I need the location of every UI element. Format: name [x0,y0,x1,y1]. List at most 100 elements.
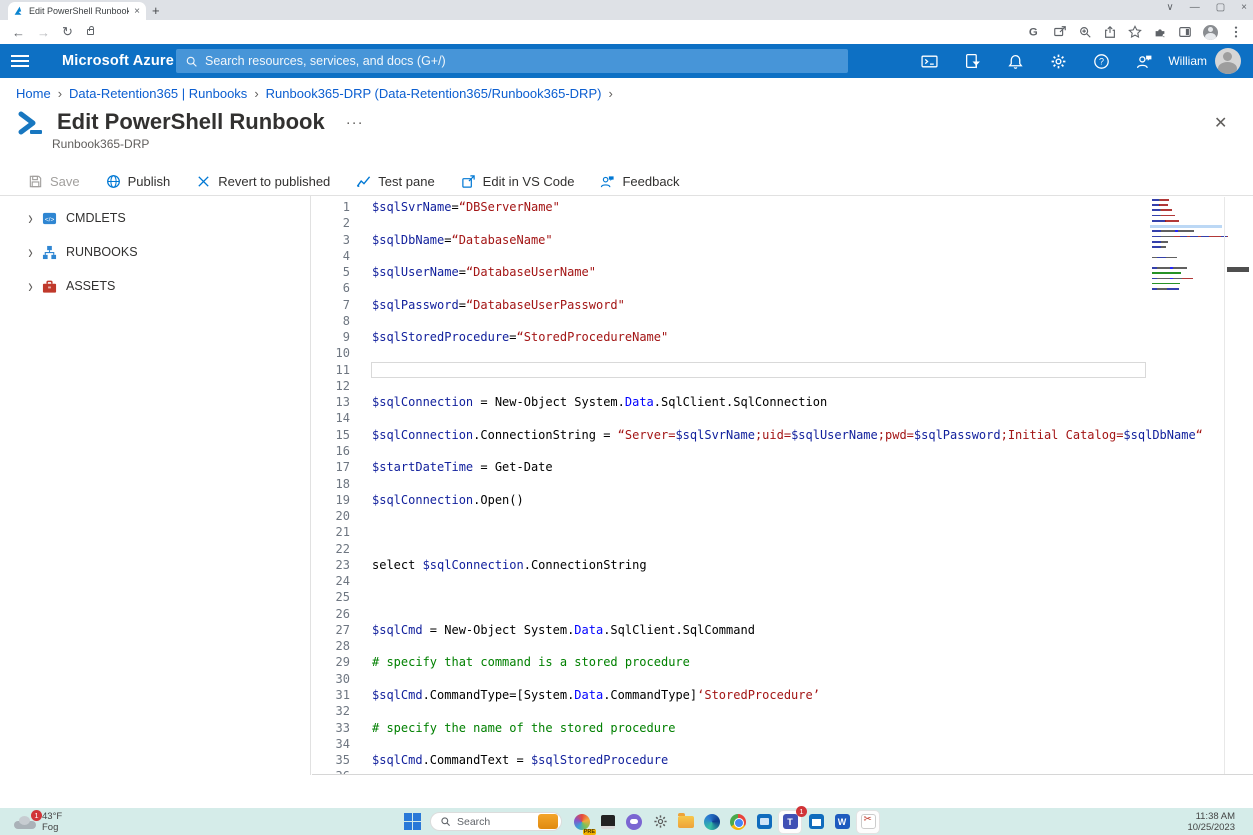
azure-brand[interactable]: Microsoft Azure [62,53,174,69]
taskbar-clock[interactable]: 11:38 AM 10/25/2023 [1187,811,1235,833]
zoom-icon[interactable] [1078,25,1092,39]
google-icon[interactable]: G [1028,25,1042,39]
breadcrumb-runbooks[interactable]: Data-Retention365 | Runbooks [69,86,247,101]
cmdlets-icon[interactable]: </> [42,211,57,226]
taskbar-chat-icon[interactable] [623,811,645,833]
taskbar-settings-gear-icon[interactable] [649,811,671,833]
taskbar-photos-icon[interactable]: PRE [571,811,593,833]
test-pane-button[interactable]: Test pane [356,174,434,189]
taskbar-notepad-icon[interactable] [597,811,619,833]
revert-to-published-button[interactable]: Revert to published [196,174,330,189]
save-button[interactable]: Save [28,174,80,189]
breadcrumb-runbook[interactable]: Runbook365-DRP (Data-Retention365/Runboo… [266,86,602,101]
profile-avatar-icon[interactable] [1203,25,1218,40]
code-line[interactable]: 32 [312,703,1203,719]
new-tab-button[interactable]: + [152,3,160,18]
code-line[interactable]: 9$sqlStoredProcedure=“StoredProcedureNam… [312,329,1203,345]
split-screen-icon[interactable] [1178,25,1192,39]
taskbar-teams-icon[interactable]: T1 [779,811,801,833]
edit-in-vs-code-button[interactable]: Edit in VS Code [461,174,575,189]
open-external-icon[interactable] [461,174,476,189]
code-line[interactable]: 12 [312,378,1203,394]
taskbar-word-icon[interactable]: W [831,811,853,833]
minimap[interactable] [1150,199,1222,399]
code-line[interactable]: 10 [312,345,1203,361]
extensions-icon[interactable] [1153,25,1167,39]
back-icon[interactable]: ← [12,25,25,40]
code-line[interactable]: 30 [312,671,1203,687]
code-line[interactable]: 16 [312,443,1203,459]
code-line[interactable]: 3$sqlDbName=“DatabaseName" [312,232,1203,248]
code-line[interactable]: 35$sqlCmd.CommandText = $sqlStoredProced… [312,752,1203,768]
code-line[interactable]: 5$sqlUserName=“DatabaseUserName" [312,264,1203,280]
code-line[interactable]: 2 [312,215,1203,231]
send-to-device-icon[interactable] [1053,25,1067,39]
taskbar-file-explorer-icon[interactable] [675,811,697,833]
code-line[interactable]: 13$sqlConnection = New-Object System.Dat… [312,394,1203,410]
account-area[interactable]: William [1168,44,1241,78]
code-line[interactable]: 7$sqlPassword=“DatabaseUserPassword" [312,297,1203,313]
chevron-right-icon[interactable]: › [28,275,33,297]
tab-close-icon[interactable]: × [134,6,140,17]
taskbar-outlook-icon[interactable] [753,811,775,833]
taskbar-edge-icon[interactable] [701,811,723,833]
runbooks-icon[interactable] [42,245,57,260]
code-line[interactable]: 27$sqlCmd = New-Object System.Data.SqlCl… [312,622,1203,638]
code-line[interactable]: 8 [312,313,1203,329]
feedback-person-icon[interactable] [1136,53,1153,70]
code-line[interactable]: 26 [312,606,1203,622]
feedback-button[interactable]: Feedback [600,174,679,189]
help-icon[interactable]: ? [1093,53,1110,70]
code-line[interactable]: 20 [312,508,1203,524]
code-line[interactable]: 11 [312,362,1203,378]
chevron-right-icon[interactable]: › [28,241,33,263]
code-line[interactable]: 23select $sqlConnection.ConnectionString [312,557,1203,573]
code-line[interactable]: 17$startDateTime = Get-Date [312,459,1203,475]
sidebar-item-cmdlets[interactable]: ›</>CMDLETS [16,201,310,235]
lock-icon[interactable] [87,29,94,35]
globe-icon[interactable] [106,174,121,189]
sidebar-item-assets[interactable]: ›ASSETS [16,269,310,303]
share-icon[interactable] [1103,25,1117,39]
star-icon[interactable] [1128,25,1142,39]
notifications-bell-icon[interactable] [1007,53,1024,70]
code-line[interactable]: 18 [312,476,1203,492]
code-line[interactable]: 34 [312,736,1203,752]
code-line[interactable]: 4 [312,248,1203,264]
window-minimize-icon[interactable]: — [1190,2,1200,13]
publish-button[interactable]: Publish [106,174,171,189]
settings-gear-icon[interactable] [1050,53,1067,70]
code-line[interactable]: 25 [312,589,1203,605]
window-close-icon[interactable]: × [1241,2,1247,13]
breadcrumb-home[interactable]: Home [16,86,51,101]
menu-dots-icon[interactable] [1229,25,1243,39]
save-icon[interactable] [28,174,43,189]
start-button[interactable] [404,813,421,830]
code-line[interactable]: 6 [312,280,1203,296]
code-line[interactable]: 31$sqlCmd.CommandType=[System.Data.Comma… [312,687,1203,703]
avatar[interactable] [1215,48,1241,74]
code-line[interactable]: 15$sqlConnection.ConnectionString = “Ser… [312,427,1203,443]
code-line[interactable]: 19$sqlConnection.Open() [312,492,1203,508]
close-blade-icon[interactable]: ✕ [1214,113,1227,133]
tab-search-caret-icon[interactable]: ∨ [1166,2,1173,13]
code-editor[interactable]: 1$sqlSvrName=“DBServerName"23$sqlDbName=… [312,197,1253,775]
hamburger-menu-icon[interactable] [11,55,29,67]
window-maximize-icon[interactable]: ▢ [1216,2,1225,13]
reload-icon[interactable]: ↻ [62,24,73,40]
cloud-shell-icon[interactable] [921,53,938,70]
code-line[interactable]: 33# specify the name of the stored proce… [312,720,1203,736]
code-line[interactable]: 21 [312,524,1203,540]
code-line[interactable]: 28 [312,638,1203,654]
taskbar-search[interactable]: Search [430,812,562,831]
taskbar-snipping-tool-icon[interactable] [857,811,879,833]
weather-widget[interactable]: 1 43°F Fog [14,811,62,833]
revert-x-icon[interactable] [196,174,211,189]
feedback-person-icon[interactable] [600,174,615,189]
scrollbar-thumb[interactable] [1227,267,1249,272]
code-line[interactable]: 36 [312,768,1203,775]
code-line[interactable]: 29# specify that command is a stored pro… [312,654,1203,670]
code-line[interactable]: 24 [312,573,1203,589]
directory-filter-icon[interactable] [964,53,981,70]
taskbar-chrome-icon[interactable] [727,811,749,833]
